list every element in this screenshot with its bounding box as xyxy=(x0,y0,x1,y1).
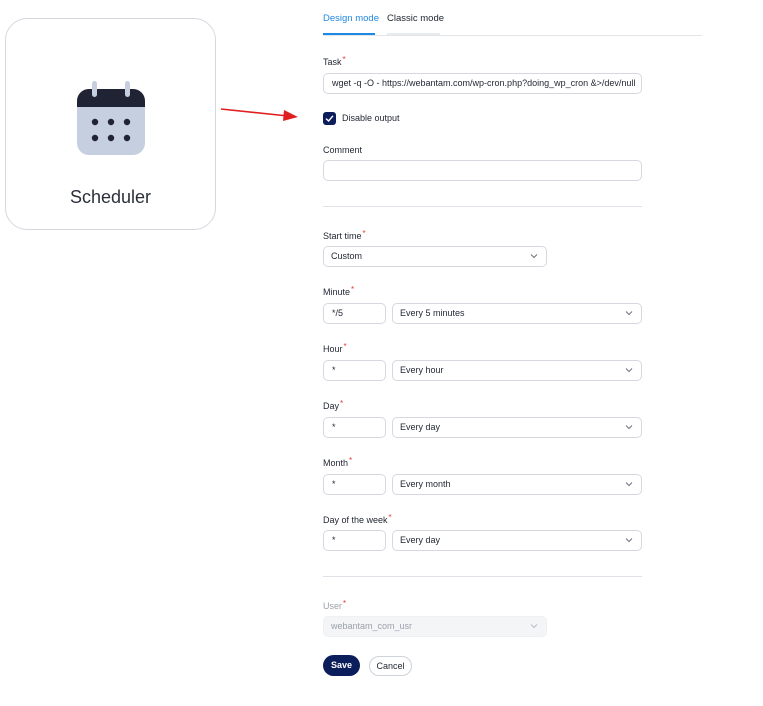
required-mark: * xyxy=(343,342,347,351)
minute-label: Minute* xyxy=(323,285,355,297)
task-label: Task* xyxy=(323,55,346,67)
user-select-value: webantam_com_usr xyxy=(331,621,413,631)
start-time-label: Start time* xyxy=(323,229,366,241)
hour-select[interactable]: Every hour xyxy=(392,360,642,381)
save-button[interactable]: Save xyxy=(323,655,360,676)
comment-label: Comment xyxy=(323,145,363,155)
required-mark: * xyxy=(342,55,346,64)
minute-label-text: Minute xyxy=(323,287,351,297)
divider xyxy=(323,576,642,577)
month-select-value: Every month xyxy=(400,479,451,489)
day-input[interactable]: * xyxy=(323,417,386,438)
hour-select-value: Every hour xyxy=(400,365,444,375)
page: Scheduler Design mode Classic mode Task*… xyxy=(0,0,763,706)
calendar-icon xyxy=(77,81,145,155)
chevron-down-icon xyxy=(625,425,633,430)
day-label: Day* xyxy=(323,399,344,411)
active-tab-indicator xyxy=(323,33,375,35)
chevron-down-icon xyxy=(625,538,633,543)
day-of-week-input[interactable]: * xyxy=(323,530,386,551)
user-label-text: User xyxy=(323,601,343,611)
hour-input[interactable]: * xyxy=(323,360,386,381)
start-time-label-text: Start time xyxy=(323,231,362,241)
month-label: Month* xyxy=(323,456,353,468)
start-time-select[interactable]: Custom xyxy=(323,246,547,267)
cancel-button[interactable]: Cancel xyxy=(369,656,412,676)
month-label-text: Month xyxy=(323,458,349,468)
required-mark: * xyxy=(340,399,344,408)
divider xyxy=(323,206,642,207)
day-of-week-select-value: Every day xyxy=(400,535,441,545)
scheduler-card[interactable]: Scheduler xyxy=(5,18,216,230)
tab-hover-indicator xyxy=(387,33,440,35)
day-select-value: Every day xyxy=(400,422,441,432)
minute-input[interactable]: */5 xyxy=(323,303,386,324)
task-label-text: Task xyxy=(323,57,342,67)
disable-output-label: Disable output xyxy=(342,113,400,123)
hour-label-text: Hour xyxy=(323,344,343,354)
day-select[interactable]: Every day xyxy=(392,417,642,438)
month-input[interactable]: * xyxy=(323,474,386,495)
tab-design-mode[interactable]: Design mode xyxy=(323,13,379,24)
mode-tabs: Design mode Classic mode xyxy=(323,0,702,36)
required-mark: * xyxy=(388,513,392,522)
start-time-value: Custom xyxy=(331,251,363,261)
chevron-down-icon xyxy=(625,311,633,316)
chevron-down-icon xyxy=(530,624,538,629)
minute-select[interactable]: Every 5 minutes xyxy=(392,303,642,324)
user-select: webantam_com_usr xyxy=(323,616,547,637)
day-of-week-select[interactable]: Every day xyxy=(392,530,642,551)
checkmark-icon xyxy=(325,115,334,123)
minute-select-value: Every 5 minutes xyxy=(400,308,465,318)
comment-input[interactable] xyxy=(323,160,642,181)
required-mark: * xyxy=(351,285,355,294)
disable-output-checkbox[interactable] xyxy=(323,112,336,125)
required-mark: * xyxy=(362,229,366,238)
task-input[interactable]: wget -q -O - https://webantam.com/wp-cro… xyxy=(323,73,642,94)
day-label-text: Day xyxy=(323,401,340,411)
day-of-week-label-text: Day of the week xyxy=(323,515,388,525)
chevron-down-icon xyxy=(530,254,538,259)
month-select[interactable]: Every month xyxy=(392,474,642,495)
chevron-down-icon xyxy=(625,368,633,373)
required-mark: * xyxy=(349,456,353,465)
day-of-week-label: Day of the week* xyxy=(323,513,392,525)
tab-classic-mode[interactable]: Classic mode xyxy=(387,13,444,24)
red-arrow-icon xyxy=(220,108,298,121)
chevron-down-icon xyxy=(625,482,633,487)
user-label: User* xyxy=(323,599,347,611)
hour-label: Hour* xyxy=(323,342,347,354)
scheduler-label: Scheduler xyxy=(69,187,152,207)
required-mark: * xyxy=(343,599,347,608)
